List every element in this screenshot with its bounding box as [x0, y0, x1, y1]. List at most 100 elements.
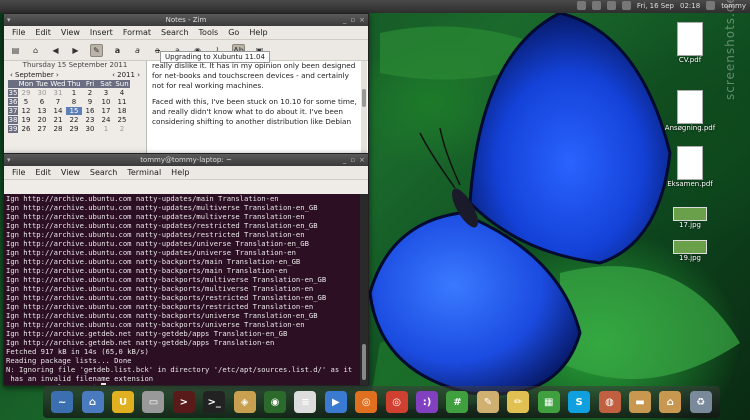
terminal-prompt[interactable]: tommy@tommy-laptop:~$ [4, 383, 360, 385]
calendar-day[interactable]: 3 [98, 89, 114, 97]
menu-view[interactable]: View [61, 166, 80, 179]
calendar-day[interactable]: 11 [114, 98, 130, 106]
calendar-day[interactable]: 20 [34, 116, 50, 124]
note-text[interactable]: really dislike it. It has in my opinion … [152, 61, 360, 153]
calendar-day[interactable]: 29 [18, 89, 34, 97]
clock-time[interactable]: 02:18 [680, 2, 700, 10]
menu-view[interactable]: View [61, 26, 80, 39]
desktop-file-19[interactable]: 19.jpg [660, 240, 720, 262]
text-editor-icon[interactable]: ≡ [294, 391, 317, 413]
notes-icon[interactable]: ✎ [476, 391, 499, 413]
menu-edit[interactable]: Edit [35, 26, 51, 39]
calendar-day[interactable]: 13 [34, 107, 50, 115]
video-player-icon[interactable]: ▶ [324, 391, 347, 413]
spreadsheet-icon[interactable]: ▦ [537, 391, 560, 413]
menu-format[interactable]: Format [123, 26, 151, 39]
calendar-day[interactable]: 19 [18, 116, 34, 124]
calendar-day[interactable]: 18 [114, 107, 130, 115]
zim-titlebar[interactable]: ▾ Notes - Zim _ ▫ × [4, 14, 368, 26]
calendar-day[interactable]: 5 [18, 98, 34, 106]
image-viewer-icon[interactable]: ◈ [233, 391, 256, 413]
network-icon[interactable] [591, 1, 601, 10]
menu-help[interactable]: Help [171, 166, 189, 179]
desktop-file-cv[interactable]: CV.pdf [660, 22, 720, 64]
globe-icon[interactable]: ◉ [264, 391, 287, 413]
calendar-day[interactable]: 15 [66, 107, 82, 115]
menu-search[interactable]: Search [161, 26, 188, 39]
calendar-day[interactable]: 28 [50, 125, 66, 133]
home-icon[interactable]: ⌂ [30, 45, 41, 56]
mail-icon[interactable] [576, 1, 586, 10]
maximize-icon[interactable]: ▫ [350, 14, 355, 26]
pencil-icon[interactable]: ✏ [507, 391, 530, 413]
close-icon[interactable]: × [359, 154, 365, 166]
menu-insert[interactable]: Insert [90, 26, 113, 39]
maximize-icon[interactable]: ▫ [350, 154, 355, 166]
calendar-day[interactable]: 12 [18, 107, 34, 115]
italic-icon[interactable]: a [132, 45, 143, 56]
calendar-day[interactable]: 22 [66, 116, 82, 124]
desktop-file-ansogning[interactable]: Ansøgning.pdf [660, 90, 720, 132]
home-folder-icon[interactable]: ⌂ [659, 391, 682, 413]
desktop-file-17[interactable]: 17.jpg [660, 207, 720, 229]
terminal-scrollbar[interactable] [360, 194, 368, 385]
calendar-day[interactable]: 8 [66, 98, 82, 106]
horseshoe-icon[interactable]: U [112, 391, 135, 413]
calendar-day[interactable]: 9 [82, 98, 98, 106]
minimize-icon[interactable]: _ [343, 14, 347, 26]
menu-search[interactable]: Search [90, 166, 117, 179]
link-tool-icon[interactable]: ✎ [90, 43, 103, 57]
calendar-day[interactable]: 7 [50, 98, 66, 106]
speaker-icon[interactable]: ◍ [598, 391, 621, 413]
volume-icon[interactable] [606, 1, 616, 10]
calendar-day[interactable]: 27 [34, 125, 50, 133]
calendar-day[interactable]: 21 [50, 116, 66, 124]
new-page-icon[interactable]: ▤ [10, 45, 21, 56]
clock-date[interactable]: Fri, 16 Sep [637, 2, 674, 10]
terminal-output[interactable]: Ign http://archive.ubuntu.com natty-upda… [4, 194, 360, 385]
terminal-red-icon[interactable]: > [172, 391, 195, 413]
menu-file[interactable]: File [12, 166, 25, 179]
firefox-icon[interactable]: ◎ [355, 391, 378, 413]
chrome-icon[interactable]: ◎ [385, 391, 408, 413]
calendar-day[interactable]: 17 [98, 107, 114, 115]
menu-tools[interactable]: Tools [199, 26, 219, 39]
folder-icon[interactable]: ▬ [628, 391, 651, 413]
calendar-day[interactable]: 23 [82, 116, 98, 124]
calendar-day[interactable]: 31 [50, 89, 66, 97]
terminal-icon[interactable]: >_ [203, 391, 226, 413]
calendar-day[interactable]: 1 [98, 125, 114, 133]
year-selector[interactable]: ‹ 2011 › [112, 70, 140, 80]
skype-icon[interactable]: S [568, 391, 591, 413]
calendar-day[interactable]: 2 [114, 125, 130, 133]
calendar-day[interactable]: 1 [66, 89, 82, 97]
menu-edit[interactable]: Edit [35, 166, 51, 179]
calendar-day[interactable]: 6 [34, 98, 50, 106]
desktop-file-eksamen[interactable]: Eksamen.pdf [660, 146, 720, 188]
menu-go[interactable]: Go [228, 26, 239, 39]
calendar-day[interactable]: 26 [18, 125, 34, 133]
battery-icon[interactable] [621, 1, 631, 10]
calendar-day[interactable]: 30 [82, 125, 98, 133]
menu-terminal[interactable]: Terminal [127, 166, 161, 179]
calendar-day[interactable]: 29 [66, 125, 82, 133]
system-monitor-icon[interactable]: ~ [51, 391, 74, 413]
window-menu-icon[interactable]: ▾ [7, 154, 11, 166]
terminal-titlebar[interactable]: ▾ tommy@tommy-laptop: ~ _ ▫ × [4, 154, 368, 166]
empathy-icon[interactable]: :) [416, 391, 439, 413]
month-selector[interactable]: ‹ September › [10, 70, 59, 80]
calendar-day[interactable]: 16 [82, 107, 98, 115]
trash-icon[interactable]: ♻ [689, 391, 712, 413]
forward-icon[interactable]: ▶ [70, 45, 81, 56]
calendar-day[interactable]: 30 [34, 89, 50, 97]
menu-file[interactable]: File [12, 26, 25, 39]
note-scrollbar[interactable] [361, 61, 367, 153]
hash-icon[interactable]: # [446, 391, 469, 413]
calendar-day[interactable]: 25 [114, 116, 130, 124]
close-icon[interactable]: × [359, 14, 365, 26]
calendar-day[interactable]: 14 [50, 107, 66, 115]
menu-help[interactable]: Help [249, 26, 267, 39]
power-icon[interactable] [706, 1, 716, 10]
minimize-icon[interactable]: _ [343, 154, 347, 166]
calendar-day[interactable]: 10 [98, 98, 114, 106]
